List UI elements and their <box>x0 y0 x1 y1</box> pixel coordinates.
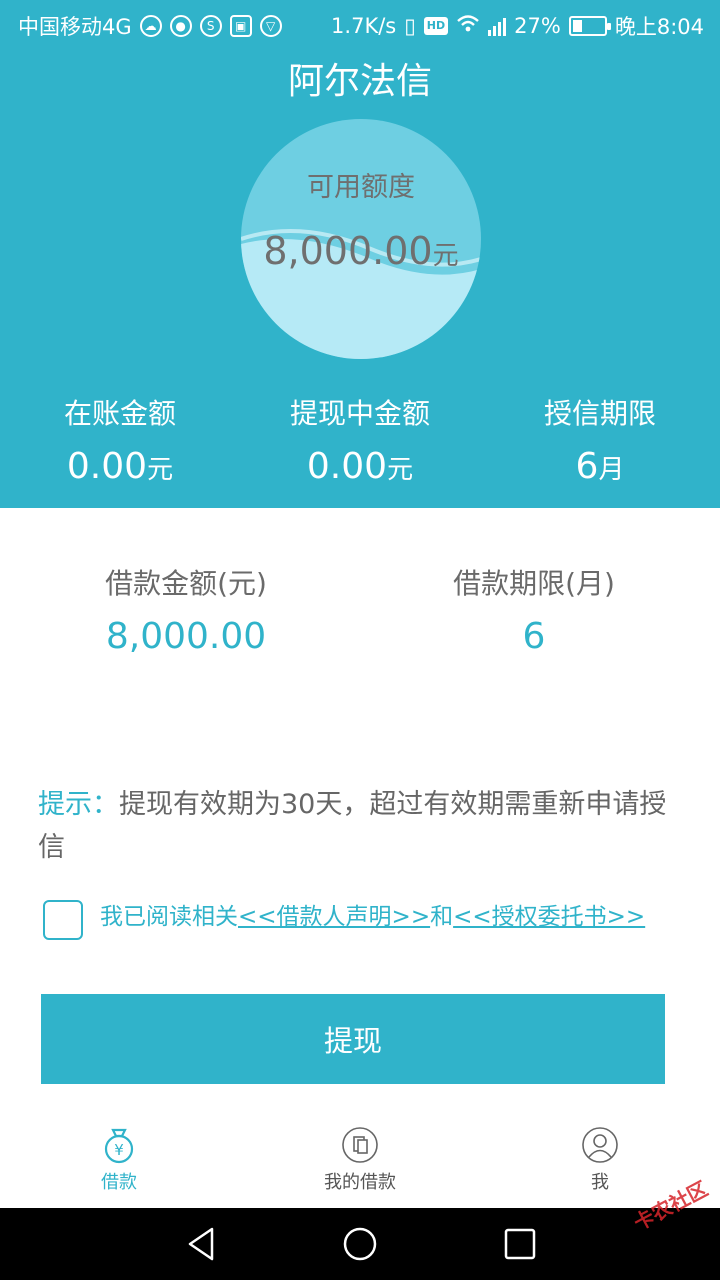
stat-number: 0.00 <box>66 446 148 487</box>
carrier-text: 中国移动4G <box>18 15 132 39</box>
wifi-icon <box>456 14 480 39</box>
stat-unit: 元 <box>387 455 414 485</box>
user-icon <box>582 1127 618 1163</box>
header-panel: 中国移动4G ☁ ● S ▣ ▽ 1.7K/s ▯ HD 27% 晚上8:04 … <box>0 0 720 508</box>
stat-label: 授信期限 <box>543 397 656 430</box>
tip-text: 提示：提现有效期为30天，超过有效期需重新申请授信 <box>38 783 688 869</box>
stat-unit: 月 <box>598 455 625 485</box>
recents-icon[interactable] <box>503 1225 537 1263</box>
signal-icon <box>488 16 507 36</box>
loan-amount-value: 8,000.00 <box>105 616 267 657</box>
tab-label: 我 <box>591 1172 609 1193</box>
loan-term-label: 借款期限(月) <box>453 567 615 600</box>
system-nav-bar <box>0 1208 720 1280</box>
status-bar: 中国移动4G ☁ ● S ▣ ▽ 1.7K/s ▯ HD 27% 晚上8:04 <box>0 0 720 50</box>
back-icon[interactable] <box>184 1225 218 1263</box>
page-title: 阿尔法信 <box>287 61 432 102</box>
credit-label: 可用额度 <box>307 172 415 203</box>
tab-me[interactable]: 我 <box>540 1126 660 1194</box>
agreement-text: 我已阅读相关<<借款人声明>>和<<授权委托书>> <box>100 897 645 931</box>
agreement-joiner: 和 <box>430 904 454 930</box>
stat-value: 6月 <box>480 446 720 487</box>
stat-label: 在账金额 <box>63 397 176 430</box>
stat-number: 0.00 <box>306 446 388 487</box>
credit-amount-value: 8,000.00 <box>263 229 433 273</box>
stat-unit: 元 <box>147 455 174 485</box>
tip-label: 提示： <box>38 789 119 820</box>
stat-value: 0.00元 <box>0 446 240 487</box>
document-icon <box>342 1127 378 1163</box>
borrower-statement-link[interactable]: <<借款人声明>> <box>238 904 430 930</box>
agreement-checkbox[interactable] <box>43 900 83 940</box>
s-app-icon: S <box>199 15 222 37</box>
stat-credit-term: 授信期限 6月 <box>480 392 720 487</box>
box-app-icon: ▣ <box>229 15 252 37</box>
clock-text: 晚上8:04 <box>614 15 704 39</box>
weather-icon: ☁ <box>139 15 162 37</box>
home-icon[interactable] <box>342 1225 378 1263</box>
vibrate-icon: ▯ <box>404 14 416 38</box>
stat-value: 0.00元 <box>240 446 480 487</box>
shield-icon: ▽ <box>259 15 282 37</box>
hd-icon: HD <box>423 17 449 35</box>
loan-term-value: 6 <box>522 616 546 657</box>
loan-term: 借款期限(月) 6 <box>354 562 714 657</box>
agreement-prefix: 我已阅读相关 <box>100 904 238 930</box>
loan-amount-label: 借款金额(元) <box>105 567 267 600</box>
battery-icon <box>568 16 611 36</box>
tab-my-loans[interactable]: 我的借款 <box>300 1126 420 1194</box>
loan-amount: 借款金额(元) 8,000.00 <box>6 562 366 657</box>
stat-withdrawing: 提现中金额 0.00元 <box>240 392 480 487</box>
tab-label: 借款 <box>101 1172 137 1193</box>
svg-text:¥: ¥ <box>114 1141 124 1159</box>
stat-balance: 在账金额 0.00元 <box>0 392 240 487</box>
tab-loan[interactable]: ¥ 借款 <box>59 1126 179 1194</box>
money-bag-icon: ¥ <box>104 1128 134 1164</box>
credit-amount-unit: 元 <box>432 241 459 271</box>
credit-amount: 8,000.00元 <box>241 229 481 273</box>
authorization-letter-link[interactable]: <<授权委托书>> <box>453 904 645 930</box>
tip-body: 提现有效期为30天，超过有效期需重新申请授信 <box>38 789 667 863</box>
stat-number: 6 <box>575 446 599 487</box>
battery-text: 27% <box>514 14 561 38</box>
withdraw-button[interactable]: 提现 <box>41 994 665 1084</box>
credit-circle: 可用额度 8,000.00元 <box>241 119 481 359</box>
stat-label: 提现中金额 <box>289 397 430 430</box>
tab-label: 我的借款 <box>324 1172 396 1193</box>
app-notification-icon: ● <box>169 15 192 37</box>
net-speed-text: 1.7K/s <box>331 14 397 38</box>
